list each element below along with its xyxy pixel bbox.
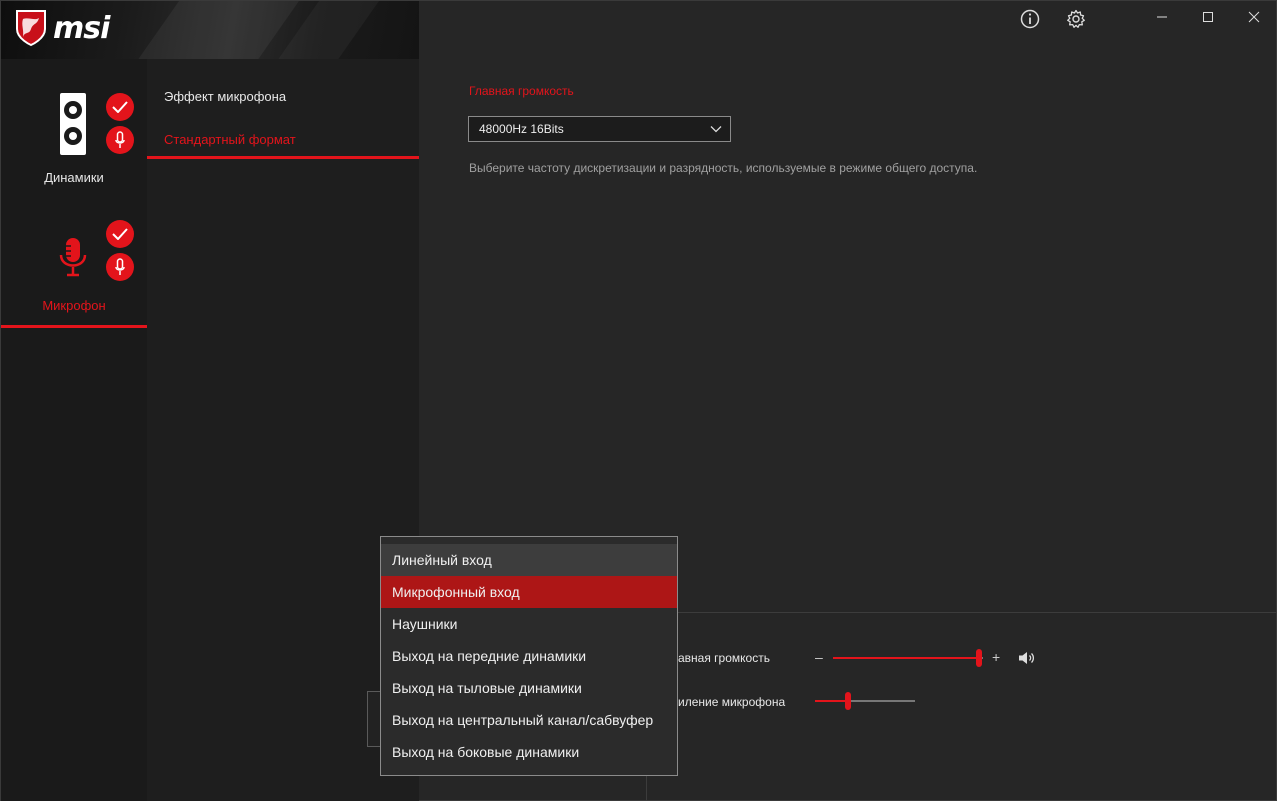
mic-gain-thumb[interactable]	[845, 692, 851, 710]
check-icon[interactable]	[106, 93, 134, 121]
volume-plus-button[interactable]: +	[992, 649, 1000, 665]
chevron-down-icon	[710, 126, 722, 133]
input-type-dropdown-menu: Линейный вход Микрофонный вход Наушники …	[380, 536, 678, 776]
tab-mic-effect[interactable]: Эффект микрофона	[147, 89, 419, 104]
dragon-shield-icon	[16, 10, 46, 47]
info-icon[interactable]	[1018, 7, 1042, 31]
format-select-value: 48000Hz 16Bits	[479, 122, 564, 136]
menu-item-line-in[interactable]: Линейный вход	[381, 544, 677, 576]
close-icon[interactable]	[1231, 1, 1277, 33]
speaker-icon	[60, 93, 86, 155]
msi-logo: msi	[15, 9, 110, 47]
volume-minus-button[interactable]: –	[815, 649, 823, 665]
active-indicator	[147, 156, 419, 159]
sidebar-item-label: Динамики	[44, 170, 104, 185]
gear-icon[interactable]	[1064, 7, 1088, 31]
menu-item-front-speakers[interactable]: Выход на передние динамики	[381, 640, 677, 672]
menu-item-side-speakers[interactable]: Выход на боковые динамики	[381, 736, 677, 768]
mic-badge-icon[interactable]	[106, 253, 134, 281]
header-banner: msi	[1, 1, 419, 59]
sidebar-item-speakers[interactable]: Динамики	[1, 69, 147, 204]
section-title: Главная громкость	[469, 84, 574, 98]
mic-badge-icon[interactable]	[106, 126, 134, 154]
mic-gain-label: иление микрофона	[678, 695, 786, 709]
main-volume-label: авная громкость	[678, 651, 770, 665]
active-indicator	[1, 325, 147, 328]
sub-navigation: Эффект микрофона Стандартный формат	[147, 59, 419, 801]
tab-default-format[interactable]: Стандартный формат	[147, 132, 419, 159]
tab-label: Стандартный формат	[164, 132, 296, 147]
app-window: msi Динамики Микрофон Эффект микрофона С…	[0, 0, 1277, 801]
check-icon[interactable]	[106, 220, 134, 248]
sidebar-item-label: Микрофон	[42, 298, 106, 313]
brand-text: msi	[53, 10, 110, 46]
minimize-icon[interactable]	[1139, 1, 1185, 33]
menu-item-rear-speakers[interactable]: Выход на тыловые динамики	[381, 672, 677, 704]
format-hint: Выберите частоту дискретизации и разрядн…	[469, 161, 978, 175]
mic-gain-fill	[815, 700, 848, 702]
speaker-volume-icon[interactable]	[1018, 651, 1036, 665]
sidebar-item-microphone[interactable]: Микрофон	[1, 201, 147, 336]
menu-item-headphones[interactable]: Наушники	[381, 608, 677, 640]
microphone-icon	[59, 238, 87, 277]
main-volume-thumb[interactable]	[976, 649, 982, 667]
maximize-icon[interactable]	[1185, 1, 1231, 33]
format-select[interactable]: 48000Hz 16Bits	[468, 116, 731, 142]
main-volume-fill	[833, 657, 979, 659]
menu-item-center-subwoofer[interactable]: Выход на центральный канал/сабвуфер	[381, 704, 677, 736]
menu-item-mic-in[interactable]: Микрофонный вход	[381, 576, 677, 608]
